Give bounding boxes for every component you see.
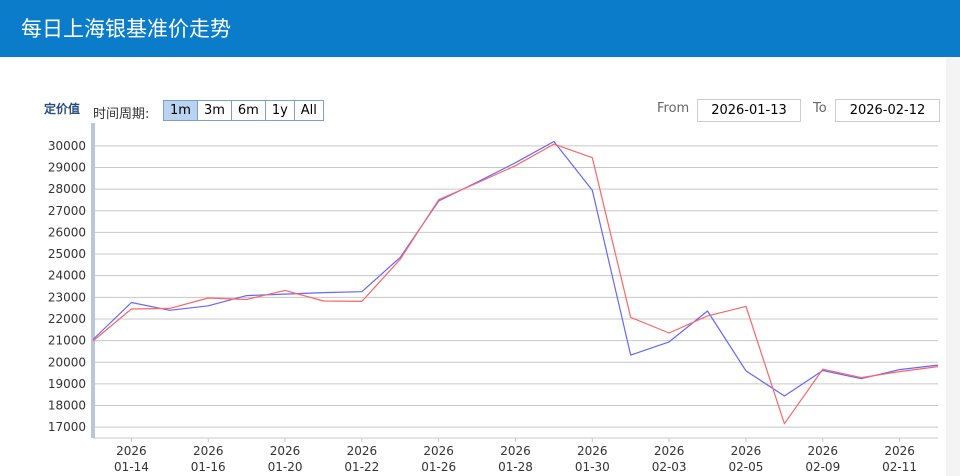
series-line-1 [92,140,939,397]
x-tick-label-year: 2026 [807,444,838,458]
line-chart: 17000 18000 19000 20000 21000 22000 23000 24000… [48,123,939,474]
x-tick-label-date: 01-22 [344,460,379,474]
x-tick-label-date: 02-11 [882,460,917,474]
y-tick-label: 18000 [48,399,86,413]
x-tick-label-year: 2026 [654,444,685,458]
y-tick-label: 25000 [48,247,86,261]
x-tick-label-year: 2026 [577,444,608,458]
y-tick-label: 28000 [48,182,86,196]
y-tick-label: 30000 [48,139,86,153]
series-line-2 [92,143,939,425]
y-tick-label: 21000 [48,334,86,348]
x-tick-label-date: 01-26 [421,460,456,474]
y-tick-label: 29000 [48,160,86,174]
x-tick-label-date: 01-16 [191,460,226,474]
x-tick-label-year: 2026 [347,444,378,458]
y-tick-label: 19000 [48,377,86,391]
x-tick-label-date: 01-30 [575,460,610,474]
y-tick-label: 24000 [48,269,86,283]
x-tick-label-year: 2026 [423,444,454,458]
x-tick-label-year: 2026 [500,444,531,458]
x-tick-label-year: 2026 [116,444,147,458]
x-tick-label-year: 2026 [884,444,915,458]
y-tick-label: 22000 [48,312,86,326]
x-tick-label-date: 02-03 [652,460,687,474]
y-tick-label: 27000 [48,204,86,218]
y-tick-label: 26000 [48,225,86,239]
y-tick-label: 17000 [48,420,86,434]
x-tick-label-date: 01-14 [114,460,149,474]
y-tick-label: 20000 [48,355,86,369]
x-tick-label-year: 2026 [193,444,224,458]
y-tick-label: 23000 [48,290,86,304]
x-tick-label-year: 2026 [731,444,762,458]
x-tick-label-date: 02-05 [729,460,764,474]
x-tick-label-date: 01-28 [498,460,533,474]
x-tick-label-year: 2026 [270,444,301,458]
x-tick-label-date: 01-20 [268,460,303,474]
x-tick-label-date: 02-09 [805,460,840,474]
page-header: 每日上海银基准价走势 [0,0,960,57]
page-title: 每日上海银基准价走势 [21,17,231,41]
scrollbar-track[interactable] [946,57,960,476]
